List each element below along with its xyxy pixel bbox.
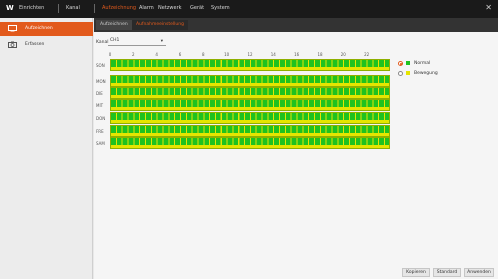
- tab-aufnahmeeinstellung[interactable]: Aufnahmeeinstellung: [132, 20, 188, 30]
- motion-strip: [111, 83, 389, 86]
- sidebar-item-label: Aufzeichnen: [25, 26, 53, 31]
- schedule-row-son[interactable]: [110, 59, 390, 71]
- motion-strip: [111, 120, 389, 123]
- hour-label: 16: [294, 52, 300, 57]
- sub-tab-bar: Aufzeichnen Aufnahmeeinstellung: [94, 18, 498, 32]
- day-label: SAM: [96, 141, 105, 146]
- copy-button[interactable]: Kopieren: [402, 268, 430, 277]
- brand-logo: W: [6, 4, 14, 12]
- day-label: MON: [96, 79, 106, 84]
- default-button[interactable]: Standard: [433, 268, 461, 277]
- motion-strip: [111, 107, 389, 110]
- day-label: FRE: [96, 129, 104, 134]
- nav-geraet[interactable]: Gerät: [190, 5, 204, 11]
- radio-normal[interactable]: [398, 61, 403, 66]
- schedule-panel: Kanal CH1 ▾ 0 2 4 6 8 10 12 14 16 18 20 …: [94, 32, 498, 279]
- record-icon: [8, 25, 17, 32]
- color-swatch-bewegung: [406, 71, 410, 75]
- hour-label: 22: [364, 52, 370, 57]
- nav-aufzeichnung[interactable]: Aufzeichnung: [102, 5, 136, 11]
- hour-label: 10: [224, 52, 230, 57]
- motion-strip: [111, 133, 389, 136]
- day-label: DIE: [96, 91, 103, 96]
- camera-icon: [8, 41, 17, 48]
- nav-separator: [58, 4, 59, 13]
- nav-system[interactable]: System: [211, 5, 230, 11]
- day-label: MIT: [96, 103, 104, 108]
- sidebar-item-erfassen[interactable]: Erfassen: [0, 38, 93, 52]
- nav-einrichten[interactable]: Einrichten: [19, 5, 44, 11]
- channel-label: Kanal: [96, 40, 109, 45]
- nav-netzwerk[interactable]: Netzwerk: [158, 5, 182, 11]
- sidebar-item-label: Erfassen: [25, 42, 45, 47]
- hour-label: 18: [317, 52, 323, 57]
- hour-label: 12: [247, 52, 253, 57]
- channel-select-value: CH1: [110, 38, 120, 43]
- schedule-row-fre[interactable]: [110, 125, 390, 137]
- color-swatch-normal: [406, 61, 410, 65]
- hour-label: 4: [155, 52, 158, 57]
- apply-button[interactable]: Anwenden: [464, 268, 494, 277]
- schedule-row-mon[interactable]: [110, 75, 390, 87]
- hour-label: 20: [340, 52, 346, 57]
- hour-label: 8: [202, 52, 205, 57]
- chevron-down-icon: ▾: [160, 39, 163, 44]
- hour-label: 2: [132, 52, 135, 57]
- motion-strip: [111, 145, 389, 148]
- nav-kanal[interactable]: Kanal: [66, 5, 80, 11]
- tab-aufzeichnen[interactable]: Aufzeichnen: [96, 20, 132, 30]
- close-icon[interactable]: ✕: [485, 3, 492, 12]
- schedule-row-die[interactable]: [110, 87, 390, 99]
- channel-select[interactable]: CH1 ▾: [108, 38, 166, 46]
- schedule-row-mit[interactable]: [110, 99, 390, 111]
- day-label: DON: [96, 116, 106, 121]
- day-label: SON: [96, 63, 105, 68]
- hour-label: 14: [270, 52, 276, 57]
- hour-label: 0: [108, 52, 112, 57]
- radio-bewegung[interactable]: [398, 71, 403, 76]
- motion-strip: [111, 95, 389, 98]
- legend-label: Bewegung: [414, 71, 438, 76]
- sidebar-item-aufzeichnen[interactable]: Aufzeichnen: [0, 22, 93, 36]
- top-nav-bar: W Einrichten Kanal Aufzeichnung Alarm Ne…: [0, 0, 498, 18]
- sidebar: Aufzeichnen Erfassen: [0, 18, 93, 279]
- nav-alarm[interactable]: Alarm: [139, 5, 154, 11]
- nav-separator: [94, 4, 95, 13]
- legend-label: Normal: [414, 61, 431, 66]
- schedule-row-sam[interactable]: [110, 137, 390, 149]
- schedule-row-don[interactable]: [110, 112, 390, 124]
- motion-strip: [111, 67, 389, 70]
- hour-label: 6: [178, 52, 182, 57]
